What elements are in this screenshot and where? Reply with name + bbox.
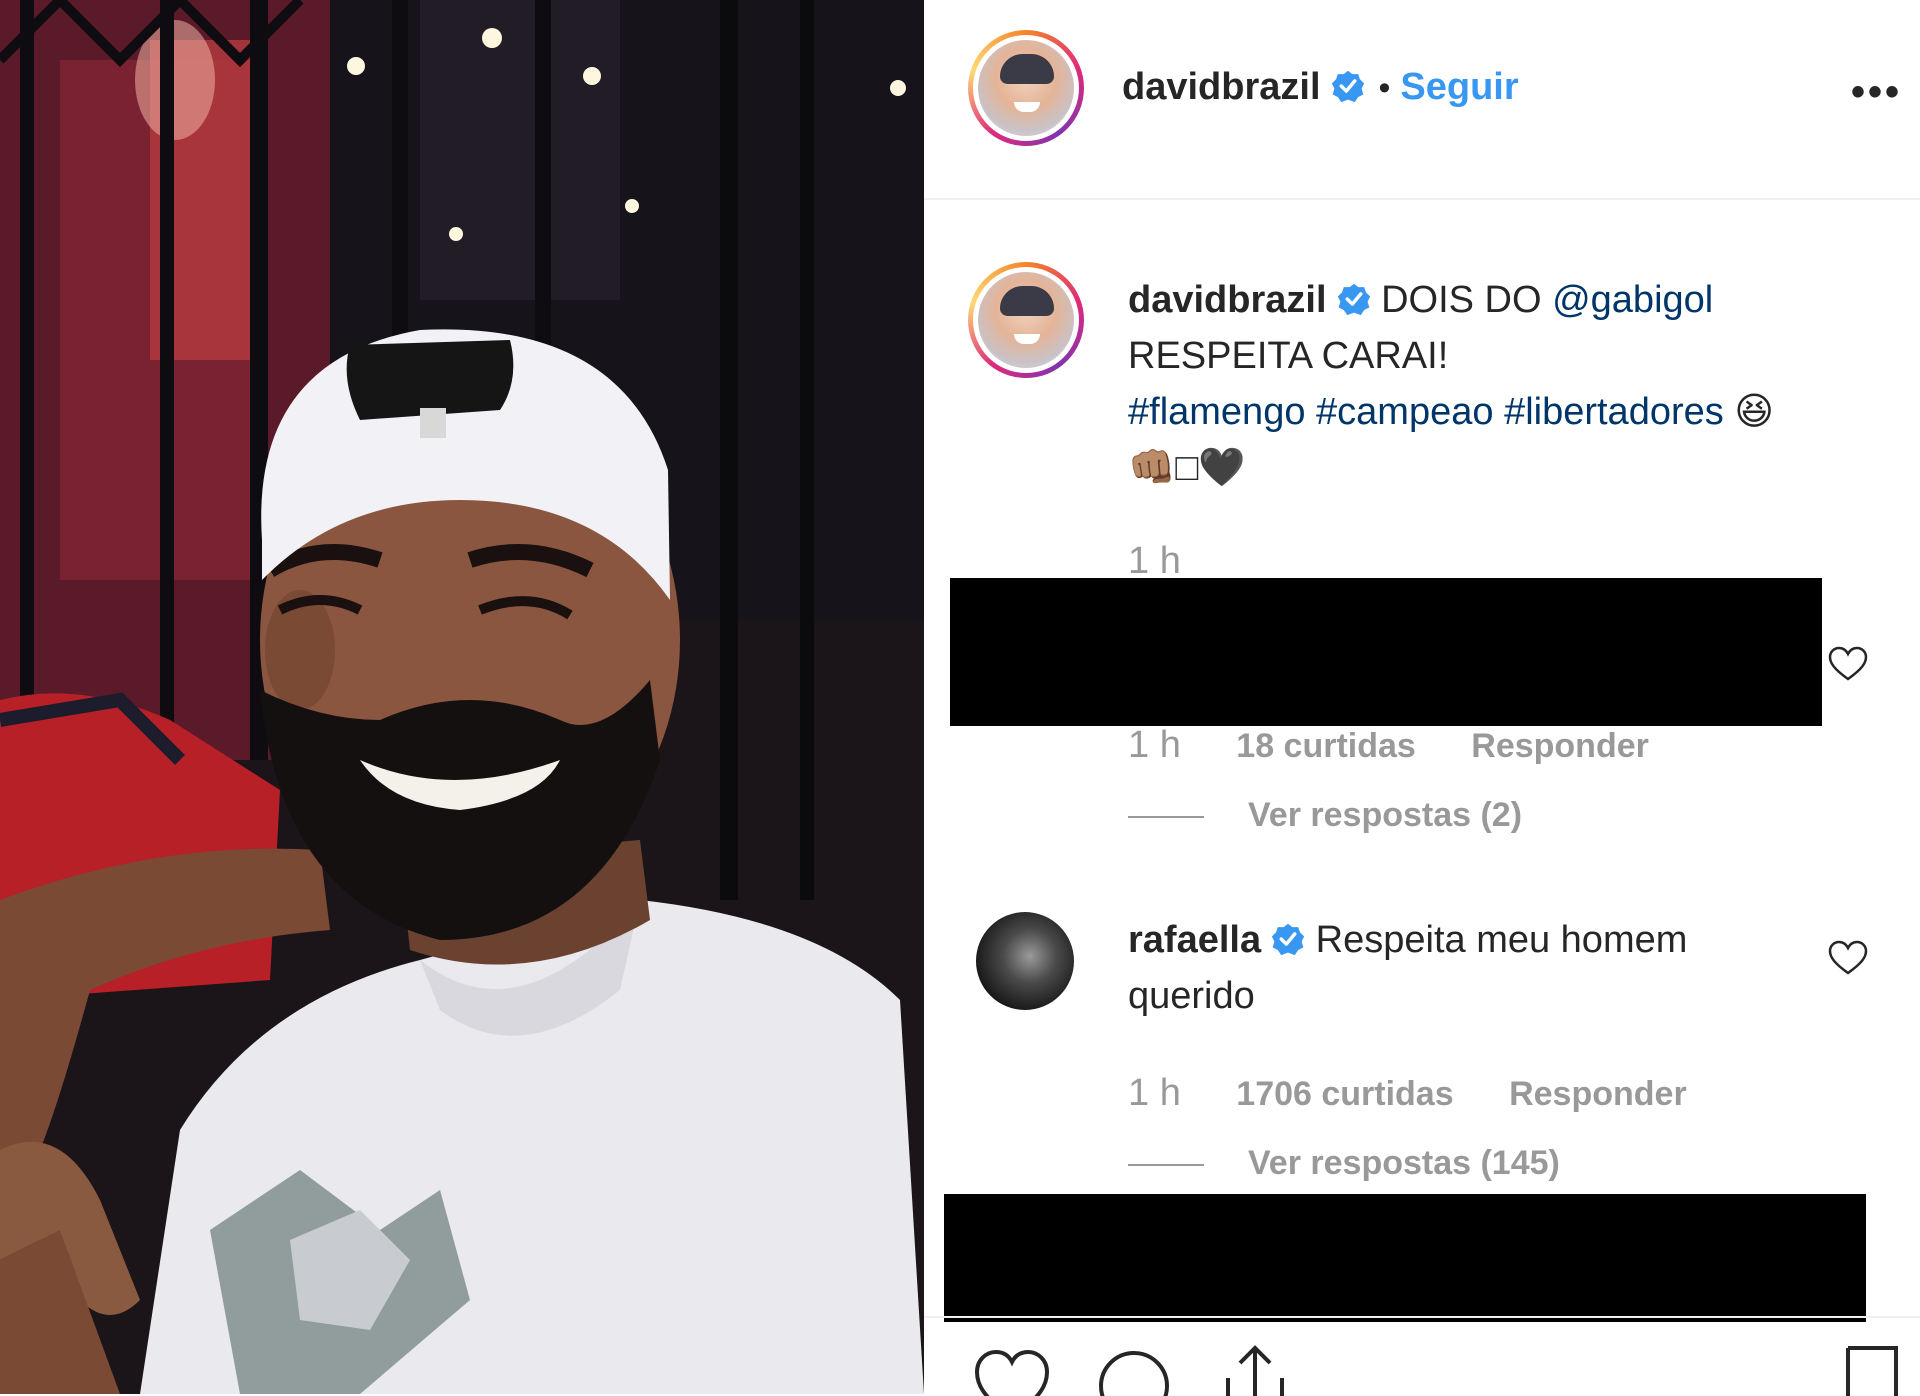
caption-line-1: davidbrazil DOIS DO @gabigol (1128, 272, 1713, 328)
laughing-emoji: 😆 (1734, 391, 1774, 433)
rafaella-avatar[interactable] (976, 912, 1074, 1010)
comment-2-line-1: rafaella Respeita meu homem (1128, 912, 1687, 968)
replies-line (1128, 1164, 1204, 1167)
post-header: davidbrazil • Seguir ••• (924, 0, 1920, 200)
comment-2-line-2: querido (1128, 975, 1255, 1017)
replies-line (1128, 816, 1204, 819)
bookmark-icon[interactable] (1842, 1346, 1902, 1396)
caption-author[interactable]: davidbrazil (1128, 279, 1327, 321)
comment-2-time: 1 h (1128, 1072, 1181, 1114)
hashtag-flamengo[interactable]: #flamengo (1128, 391, 1305, 433)
verified-badge-icon (1337, 283, 1370, 316)
like-heart-icon[interactable] (974, 1348, 1050, 1396)
redacted-comment (944, 1194, 1866, 1322)
comment-1-view-replies[interactable]: Ver respostas (2) (1128, 796, 1522, 835)
author-avatar[interactable] (968, 30, 1084, 146)
heart-icon[interactable] (1828, 646, 1868, 682)
comment-2-meta: 1 h 1706 curtidas Responder (1128, 1072, 1687, 1115)
post-sidebar: davidbrazil • Seguir ••• davidbrazil DOIS … (924, 0, 1920, 1396)
comment-1-meta: 1 h 18 curtidas Responder (1128, 724, 1649, 767)
verified-badge-icon (1271, 923, 1305, 956)
comment-2-likes[interactable]: 1706 curtidas (1236, 1075, 1453, 1113)
redacted-comment (950, 578, 1822, 726)
mention-link[interactable]: @gabigol (1552, 279, 1713, 321)
comment-2-author[interactable]: rafaella (1128, 919, 1261, 961)
follow-button[interactable]: Seguir (1400, 66, 1518, 108)
hashtag-libertadores[interactable]: #libertadores (1504, 391, 1724, 433)
caption-author-avatar[interactable] (968, 262, 1084, 378)
header-separator: • (1378, 69, 1391, 107)
comment-1-time: 1 h (1128, 724, 1181, 766)
caption-emoji-line: 👊🏽□🖤 (1128, 447, 1246, 489)
post-photo[interactable] (0, 0, 924, 1394)
comment-1-likes[interactable]: 18 curtidas (1236, 727, 1416, 765)
caption-timestamp: 1 h (1128, 540, 1181, 582)
comment-1-reply-button[interactable]: Responder (1471, 727, 1649, 765)
caption-hashtags: #flamengo #campeao #libertadores 😆 (1128, 384, 1774, 440)
comment-2-view-replies[interactable]: Ver respostas (145) (1128, 1144, 1560, 1183)
header-author-row: davidbrazil • Seguir (1122, 66, 1519, 109)
comment-icon[interactable] (1096, 1348, 1172, 1396)
hashtag-campeao[interactable]: #campeao (1316, 391, 1493, 433)
more-options-icon[interactable]: ••• (1851, 70, 1902, 115)
comment-2-text: Respeita meu homem (1315, 919, 1688, 961)
photo-illustration (0, 0, 924, 1394)
verified-badge-icon (1331, 70, 1364, 103)
share-icon[interactable] (1220, 1344, 1290, 1396)
caption-line-2: RESPEITA CARAI! (1128, 335, 1449, 377)
comment-2-reply-button[interactable]: Responder (1509, 1075, 1687, 1113)
action-bar (924, 1316, 1920, 1396)
heart-icon[interactable] (1828, 940, 1868, 976)
author-username[interactable]: davidbrazil (1122, 66, 1321, 108)
caption-text-prefix: DOIS DO (1381, 279, 1553, 321)
